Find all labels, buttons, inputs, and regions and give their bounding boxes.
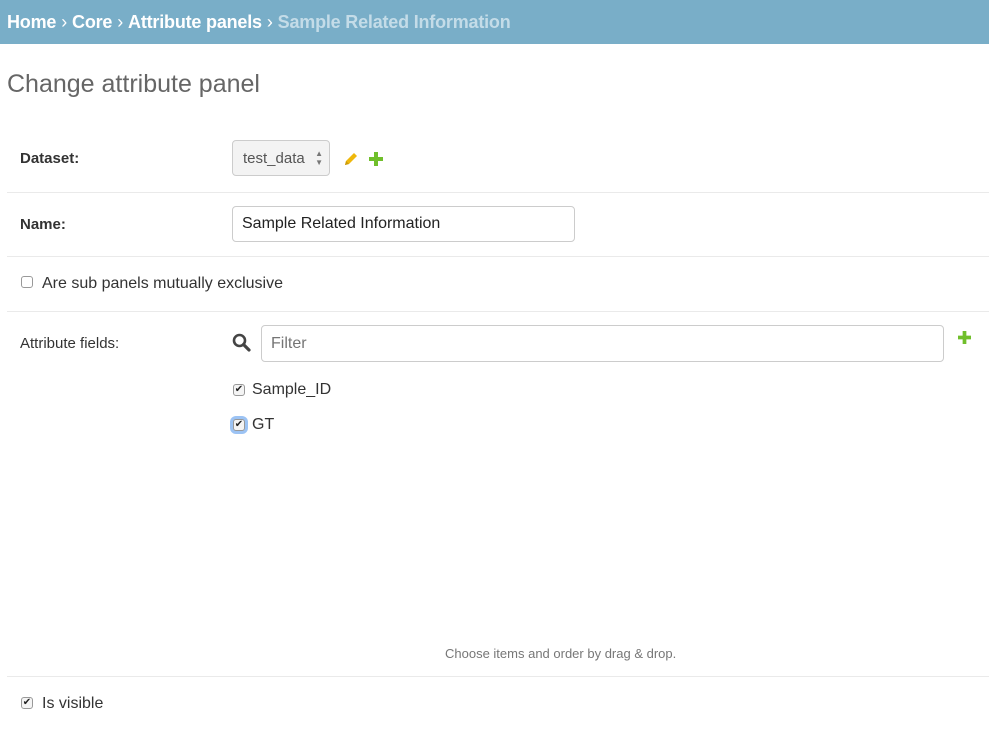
search-icon: [232, 333, 251, 357]
breadcrumb: Home › Core › Attribute panels › Sample …: [0, 0, 989, 44]
breadcrumb-current: Sample Related Information: [277, 11, 511, 32]
breadcrumb-core-link[interactable]: Core: [72, 12, 112, 33]
is-visible-label: Is visible: [42, 695, 104, 712]
breadcrumb-separator: ›: [61, 11, 68, 32]
dataset-label: Dataset:: [20, 150, 80, 167]
sub-panels-exclusive-checkbox[interactable]: [21, 276, 33, 288]
is-visible-checkbox[interactable]: ✔: [21, 697, 33, 709]
add-attribute-field-icon[interactable]: [958, 331, 971, 349]
attribute-filter-input[interactable]: [261, 325, 944, 362]
sub-panels-exclusive-label: Are sub panels mutually exclusive: [42, 275, 284, 292]
breadcrumb-separator: ›: [117, 11, 124, 32]
edit-dataset-icon[interactable]: [343, 151, 359, 172]
attribute-item-checkbox-gt[interactable]: ✔: [233, 419, 245, 431]
attribute-item-label[interactable]: GT: [252, 416, 274, 434]
attribute-item-label[interactable]: Sample_ID: [252, 381, 331, 399]
breadcrumb-separator: ›: [266, 11, 273, 32]
add-dataset-icon[interactable]: [369, 152, 383, 171]
breadcrumb-home-link[interactable]: Home: [7, 12, 56, 33]
dataset-row: [7, 126, 989, 193]
name-field[interactable]: [232, 206, 575, 242]
dataset-select[interactable]: test_data ▲ ▼: [232, 140, 330, 176]
dataset-select-value: test_data: [243, 149, 305, 167]
attribute-fields-row: [7, 311, 989, 677]
attribute-fields-label: Attribute fields:: [20, 335, 120, 352]
select-arrows-icon: ▲ ▼: [315, 149, 323, 167]
drag-drop-help-text: Choose items and order by drag & drop.: [445, 646, 677, 661]
name-label: Name:: [20, 216, 66, 233]
attribute-item-checkbox-sample-id[interactable]: ✔: [233, 384, 245, 396]
breadcrumb-attribute-panels-link[interactable]: Attribute panels: [128, 12, 262, 33]
page-title: Change attribute panel: [7, 70, 260, 98]
